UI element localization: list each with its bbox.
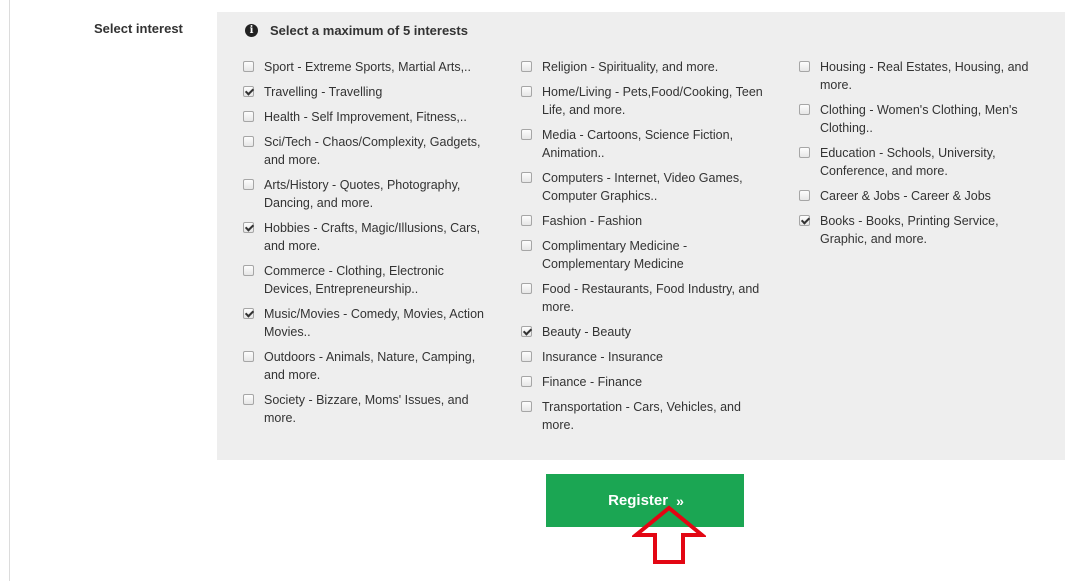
interest-option[interactable]: Food - Restaurants, Food Industry, and m… bbox=[521, 280, 771, 316]
checkbox-unchecked[interactable] bbox=[521, 351, 532, 362]
checkbox-unchecked[interactable] bbox=[243, 61, 254, 72]
select-interest-label: Select interest bbox=[94, 21, 183, 36]
interest-label: Religion - Spirituality, and more. bbox=[542, 60, 719, 74]
interest-option[interactable]: Home/Living - Pets,Food/Cooking, Teen Li… bbox=[521, 83, 771, 119]
interest-option[interactable]: Complimentary Medicine - Complementary M… bbox=[521, 237, 771, 273]
up-arrow-outline-icon bbox=[632, 505, 706, 564]
interest-label: Insurance - Insurance bbox=[542, 350, 663, 364]
interest-label: Housing - Real Estates, Housing, and mor… bbox=[820, 60, 1029, 92]
interest-label: Career & Jobs - Career & Jobs bbox=[820, 189, 991, 203]
interest-option[interactable]: Music/Movies - Comedy, Movies, Action Mo… bbox=[243, 305, 493, 341]
interest-label: Sci/Tech - Chaos/Complexity, Gadgets, an… bbox=[264, 135, 481, 167]
checkbox-unchecked[interactable] bbox=[243, 351, 254, 362]
interest-option[interactable]: Books - Books, Printing Service, Graphic… bbox=[799, 212, 1049, 248]
interest-label: Complimentary Medicine - Complementary M… bbox=[542, 239, 688, 271]
interest-option[interactable]: Society - Bizzare, Moms' Issues, and mor… bbox=[243, 391, 493, 427]
left-divider bbox=[9, 0, 10, 581]
interest-option[interactable]: Media - Cartoons, Science Fiction, Anima… bbox=[521, 126, 771, 162]
checkbox-unchecked[interactable] bbox=[243, 394, 254, 405]
checkbox-checked[interactable] bbox=[521, 326, 532, 337]
interest-label: Commerce - Clothing, Electronic Devices,… bbox=[264, 264, 444, 296]
interest-option[interactable]: Transportation - Cars, Vehicles, and mor… bbox=[521, 398, 771, 434]
interest-label: Fashion - Fashion bbox=[542, 214, 643, 228]
interest-option[interactable]: Housing - Real Estates, Housing, and mor… bbox=[799, 58, 1049, 94]
interest-label: Education - Schools, University, Confere… bbox=[820, 146, 996, 178]
interest-option[interactable]: Arts/History - Quotes, Photography, Danc… bbox=[243, 176, 493, 212]
interest-option[interactable]: Sci/Tech - Chaos/Complexity, Gadgets, an… bbox=[243, 133, 493, 169]
interest-option[interactable]: Religion - Spirituality, and more. bbox=[521, 58, 771, 76]
checkbox-checked[interactable] bbox=[243, 308, 254, 319]
interests-column-1: Sport - Extreme Sports, Martial Arts,.. T… bbox=[243, 58, 493, 434]
checkbox-unchecked[interactable] bbox=[799, 61, 810, 72]
checkbox-unchecked[interactable] bbox=[243, 265, 254, 276]
interest-label: Society - Bizzare, Moms' Issues, and mor… bbox=[264, 393, 469, 425]
interest-option[interactable]: Beauty - Beauty bbox=[521, 323, 771, 341]
interest-label: Books - Books, Printing Service, Graphic… bbox=[820, 214, 999, 246]
checkbox-unchecked[interactable] bbox=[521, 129, 532, 140]
interest-option[interactable]: Hobbies - Crafts, Magic/Illusions, Cars,… bbox=[243, 219, 493, 255]
checkbox-unchecked[interactable] bbox=[799, 190, 810, 201]
interests-column-2: Religion - Spirituality, and more. Home/L… bbox=[521, 58, 771, 441]
interest-label: Home/Living - Pets,Food/Cooking, Teen Li… bbox=[542, 85, 763, 117]
checkbox-unchecked[interactable] bbox=[799, 147, 810, 158]
interest-label: Arts/History - Quotes, Photography, Danc… bbox=[264, 178, 461, 210]
interest-option[interactable]: Fashion - Fashion bbox=[521, 212, 771, 230]
checkbox-unchecked[interactable] bbox=[521, 376, 532, 387]
interest-option[interactable]: Career & Jobs - Career & Jobs bbox=[799, 187, 1049, 205]
interest-option[interactable]: Computers - Internet, Video Games, Compu… bbox=[521, 169, 771, 205]
checkbox-unchecked[interactable] bbox=[243, 111, 254, 122]
max-interests-hint: i Select a maximum of 5 interests bbox=[245, 23, 468, 38]
checkbox-unchecked[interactable] bbox=[521, 172, 532, 183]
interest-option[interactable]: Sport - Extreme Sports, Martial Arts,.. bbox=[243, 58, 493, 76]
interest-label: Media - Cartoons, Science Fiction, Anima… bbox=[542, 128, 734, 160]
interest-option[interactable]: Education - Schools, University, Confere… bbox=[799, 144, 1049, 180]
interest-option[interactable]: Insurance - Insurance bbox=[521, 348, 771, 366]
interest-label: Sport - Extreme Sports, Martial Arts,.. bbox=[264, 60, 472, 74]
interest-option[interactable]: Commerce - Clothing, Electronic Devices,… bbox=[243, 262, 493, 298]
checkbox-unchecked[interactable] bbox=[799, 104, 810, 115]
interest-label: Transportation - Cars, Vehicles, and mor… bbox=[542, 400, 741, 432]
interest-label: Travelling - Travelling bbox=[264, 85, 383, 99]
checkbox-unchecked[interactable] bbox=[521, 86, 532, 97]
checkbox-unchecked[interactable] bbox=[243, 136, 254, 147]
interest-label: Hobbies - Crafts, Magic/Illusions, Cars,… bbox=[264, 221, 481, 253]
checkbox-unchecked[interactable] bbox=[521, 61, 532, 72]
interest-label: Finance - Finance bbox=[542, 375, 643, 389]
checkbox-checked[interactable] bbox=[243, 222, 254, 233]
checkbox-checked[interactable] bbox=[243, 86, 254, 97]
checkbox-unchecked[interactable] bbox=[521, 215, 532, 226]
interest-label: Beauty - Beauty bbox=[542, 325, 631, 339]
interest-option[interactable]: Travelling - Travelling bbox=[243, 83, 493, 101]
interest-option[interactable]: Outdoors - Animals, Nature, Camping, and… bbox=[243, 348, 493, 384]
interest-label: Health - Self Improvement, Fitness,.. bbox=[264, 110, 467, 124]
info-icon: i bbox=[245, 24, 258, 37]
interest-label: Clothing - Women's Clothing, Men's Cloth… bbox=[820, 103, 1018, 135]
checkbox-unchecked[interactable] bbox=[521, 240, 532, 251]
interest-label: Food - Restaurants, Food Industry, and m… bbox=[542, 282, 760, 314]
checkbox-unchecked[interactable] bbox=[243, 179, 254, 190]
interests-column-3: Housing - Real Estates, Housing, and mor… bbox=[799, 58, 1049, 255]
checkbox-checked[interactable] bbox=[799, 215, 810, 226]
interest-label: Computers - Internet, Video Games, Compu… bbox=[542, 171, 743, 203]
interest-label: Outdoors - Animals, Nature, Camping, and… bbox=[264, 350, 476, 382]
checkbox-unchecked[interactable] bbox=[521, 283, 532, 294]
interest-label: Music/Movies - Comedy, Movies, Action Mo… bbox=[264, 307, 484, 339]
interest-option[interactable]: Health - Self Improvement, Fitness,.. bbox=[243, 108, 493, 126]
interest-option[interactable]: Clothing - Women's Clothing, Men's Cloth… bbox=[799, 101, 1049, 137]
interest-option[interactable]: Finance - Finance bbox=[521, 373, 771, 391]
interests-panel: i Select a maximum of 5 interests Sport … bbox=[217, 12, 1065, 460]
checkbox-unchecked[interactable] bbox=[521, 401, 532, 412]
hint-text: Select a maximum of 5 interests bbox=[270, 23, 468, 38]
